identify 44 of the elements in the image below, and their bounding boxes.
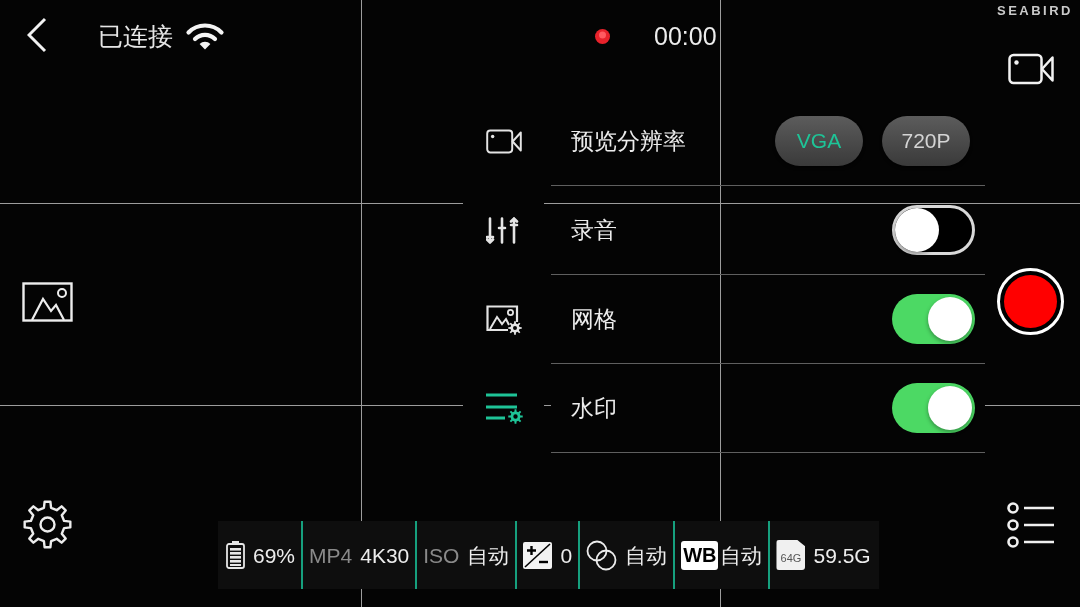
logo-text: SEABIRD: [997, 3, 1074, 18]
status-value: 59.5G: [813, 544, 871, 566]
image-gear-icon: [486, 304, 522, 335]
settings-icon: [22, 500, 73, 549]
status-label: MP4: [309, 544, 353, 566]
setting-label: 预览分辨率: [571, 129, 686, 153]
video-mode-button[interactable]: [1008, 53, 1054, 85]
overlapping-circles-icon: [586, 539, 618, 571]
status-value: 0: [560, 544, 573, 566]
status-value: 自动: [625, 544, 668, 566]
recording-dot-icon: [595, 28, 610, 44]
settings-tab[interactable]: [486, 304, 522, 335]
list-gear-icon: [486, 393, 523, 424]
list-icon: [1007, 502, 1055, 548]
status-value: 69%: [253, 544, 296, 566]
toggle-switch[interactable]: [892, 383, 975, 433]
back-button[interactable]: [27, 17, 47, 53]
connection-status: 已连接: [98, 23, 173, 49]
sd-card-badge: 64G: [776, 540, 806, 570]
menu-button[interactable]: [1007, 502, 1055, 548]
back-icon: [27, 17, 47, 53]
setting-label: 网格: [571, 307, 617, 331]
video-camera-icon: [1008, 53, 1054, 85]
battery-icon: [226, 541, 245, 569]
resolution-option[interactable]: VGA: [775, 116, 863, 166]
gallery-button[interactable]: [22, 282, 73, 322]
settings-tab[interactable]: [486, 129, 522, 154]
resolution-option[interactable]: 720P: [882, 116, 970, 166]
wb-badge: WB: [681, 540, 719, 570]
status-label: ISO: [423, 544, 460, 566]
status-value: 自动: [467, 544, 510, 566]
setting-label: 水印: [571, 396, 617, 420]
toggle-switch[interactable]: [892, 205, 975, 255]
recording-time: 00:00: [654, 23, 717, 49]
exposure-icon: [523, 541, 553, 569]
toggle-switch[interactable]: [892, 294, 975, 344]
status-value: 4K30: [360, 544, 410, 566]
image-icon: [22, 282, 73, 322]
video-camera-icon: [486, 129, 522, 154]
setting-label: 录音: [571, 218, 617, 242]
status-value: 自动: [720, 544, 763, 566]
wifi-icon: [185, 22, 225, 50]
settings-button[interactable]: [22, 500, 73, 549]
settings-tab[interactable]: [486, 393, 523, 424]
